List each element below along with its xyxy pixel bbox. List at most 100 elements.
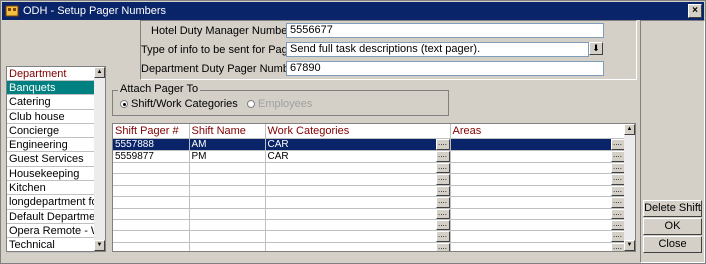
department-item[interactable]: Concierge	[7, 124, 95, 139]
table-cell[interactable]: ....	[450, 173, 626, 186]
ellipsis-button[interactable]: ....	[435, 231, 449, 242]
ellipsis-button[interactable]: ....	[435, 208, 449, 219]
dropdown-arrow-icon[interactable]: ⬇	[589, 42, 603, 55]
department-item[interactable]: Housekeeping	[7, 167, 95, 182]
ellipsis-button[interactable]: ....	[435, 139, 449, 150]
ellipsis-button[interactable]: ....	[435, 174, 449, 185]
ellipsis-button[interactable]: ....	[435, 242, 449, 251]
table-cell[interactable]	[189, 242, 266, 251]
table-row[interactable]: ........	[113, 230, 626, 243]
table-cell[interactable]: 5559877	[113, 150, 190, 163]
ellipsis-button[interactable]: ....	[610, 197, 624, 208]
department-item[interactable]: Opera Remote - Wire	[7, 224, 95, 239]
close-button[interactable]: Close	[643, 236, 702, 253]
table-cell[interactable]: ....	[450, 185, 626, 198]
hotel-duty-field[interactable]: 5556677	[286, 23, 604, 38]
table-row[interactable]: ........	[113, 162, 626, 175]
department-item[interactable]: Default Department	[7, 210, 95, 224]
ellipsis-button[interactable]: ....	[435, 185, 449, 196]
table-cell[interactable]: ....	[265, 230, 451, 243]
table-row[interactable]: 5557888 AM CAR........	[113, 138, 626, 151]
table-cell[interactable]: ....	[450, 230, 626, 243]
scroll-up-icon[interactable]: ▲	[94, 67, 105, 78]
ellipsis-button[interactable]: ....	[435, 197, 449, 208]
table-cell[interactable]: ....	[450, 162, 626, 175]
column-header[interactable]: Shift Pager #	[113, 124, 190, 139]
table-cell[interactable]	[189, 162, 266, 175]
table-cell[interactable]	[113, 208, 190, 220]
table-cell[interactable]	[113, 196, 190, 209]
table-cell[interactable]	[189, 230, 266, 243]
table-cell[interactable]	[189, 219, 266, 232]
column-header[interactable]: Shift Name	[189, 124, 266, 139]
grid-scroll-up-icon[interactable]: ▲	[624, 124, 635, 135]
department-item[interactable]: Kitchen	[7, 181, 95, 196]
table-cell[interactable]: CAR....	[265, 138, 451, 151]
table-cell[interactable]: 5557888	[113, 138, 190, 151]
department-item[interactable]: Engineering	[7, 138, 95, 153]
radio-employees[interactable]: Employees	[247, 98, 312, 110]
table-cell[interactable]: ....	[265, 219, 451, 232]
table-cell[interactable]: ....	[265, 173, 451, 186]
department-item[interactable]: longdepartment for te	[7, 195, 95, 210]
department-item[interactable]: Club house	[7, 110, 95, 124]
table-cell[interactable]	[113, 242, 190, 251]
grid-scrollbar[interactable]: ▲ ▼	[624, 124, 635, 251]
table-row[interactable]: ........	[113, 208, 626, 220]
table-cell[interactable]: ....	[265, 208, 451, 220]
ellipsis-button[interactable]: ....	[435, 151, 449, 162]
ok-button[interactable]: OK	[643, 218, 702, 235]
table-row[interactable]: 5559877 PM CAR........	[113, 150, 626, 163]
table-cell[interactable]: ....	[450, 138, 626, 151]
ellipsis-button[interactable]: ....	[610, 174, 624, 185]
ellipsis-button[interactable]: ....	[610, 208, 624, 219]
table-row[interactable]: ........	[113, 196, 626, 209]
table-cell[interactable]	[113, 219, 190, 232]
table-cell[interactable]	[113, 230, 190, 243]
department-item[interactable]: Banquets	[7, 81, 95, 96]
table-cell[interactable]	[189, 173, 266, 186]
table-row[interactable]: ........	[113, 185, 626, 198]
table-cell[interactable]: ....	[450, 242, 626, 251]
ellipsis-button[interactable]: ....	[610, 151, 624, 162]
table-cell[interactable]: ....	[450, 219, 626, 232]
column-header[interactable]: Work Categories	[265, 124, 451, 139]
ellipsis-button[interactable]: ....	[610, 185, 624, 196]
table-cell[interactable]: ....	[450, 208, 626, 220]
table-cell[interactable]	[113, 185, 190, 198]
table-cell[interactable]: ....	[265, 162, 451, 175]
grid-scroll-down-icon[interactable]: ▼	[624, 240, 635, 251]
ellipsis-button[interactable]: ....	[610, 219, 624, 230]
table-cell[interactable]: ....	[450, 150, 626, 163]
table-cell[interactable]	[113, 173, 190, 186]
radio-shift-work[interactable]: Shift/Work Categories	[120, 98, 238, 110]
table-cell[interactable]: ....	[450, 196, 626, 209]
table-cell[interactable]: ....	[265, 185, 451, 198]
ellipsis-button[interactable]: ....	[435, 219, 449, 230]
table-cell[interactable]	[189, 185, 266, 198]
ellipsis-button[interactable]: ....	[610, 231, 624, 242]
delete-shift-button[interactable]: Delete Shift	[643, 200, 702, 217]
department-item[interactable]: Technical	[7, 238, 95, 253]
department-item[interactable]: Catering	[7, 95, 95, 110]
dept-pager-field[interactable]: 67890	[286, 61, 604, 76]
scroll-down-icon[interactable]: ▼	[94, 240, 105, 251]
table-row[interactable]: ........	[113, 219, 626, 232]
close-window-button[interactable]: ×	[688, 4, 702, 18]
department-item[interactable]: Guest Services	[7, 152, 95, 167]
info-type-select[interactable]: Send full task descriptions (text pager)…	[286, 42, 589, 57]
department-scrollbar[interactable]: ▲ ▼	[94, 67, 105, 251]
table-cell[interactable]: ....	[265, 196, 451, 209]
column-header[interactable]: Areas	[450, 124, 626, 139]
table-row[interactable]: ........	[113, 242, 626, 251]
ellipsis-button[interactable]: ....	[435, 163, 449, 173]
table-cell[interactable]	[189, 196, 266, 209]
ellipsis-button[interactable]: ....	[610, 242, 624, 251]
table-cell[interactable]: AM	[189, 138, 266, 151]
table-cell[interactable]: PM	[189, 150, 266, 163]
table-cell[interactable]: ....	[265, 242, 451, 251]
table-cell[interactable]: CAR....	[265, 150, 451, 163]
ellipsis-button[interactable]: ....	[610, 163, 624, 173]
table-cell[interactable]	[113, 162, 190, 175]
table-cell[interactable]	[189, 208, 266, 220]
